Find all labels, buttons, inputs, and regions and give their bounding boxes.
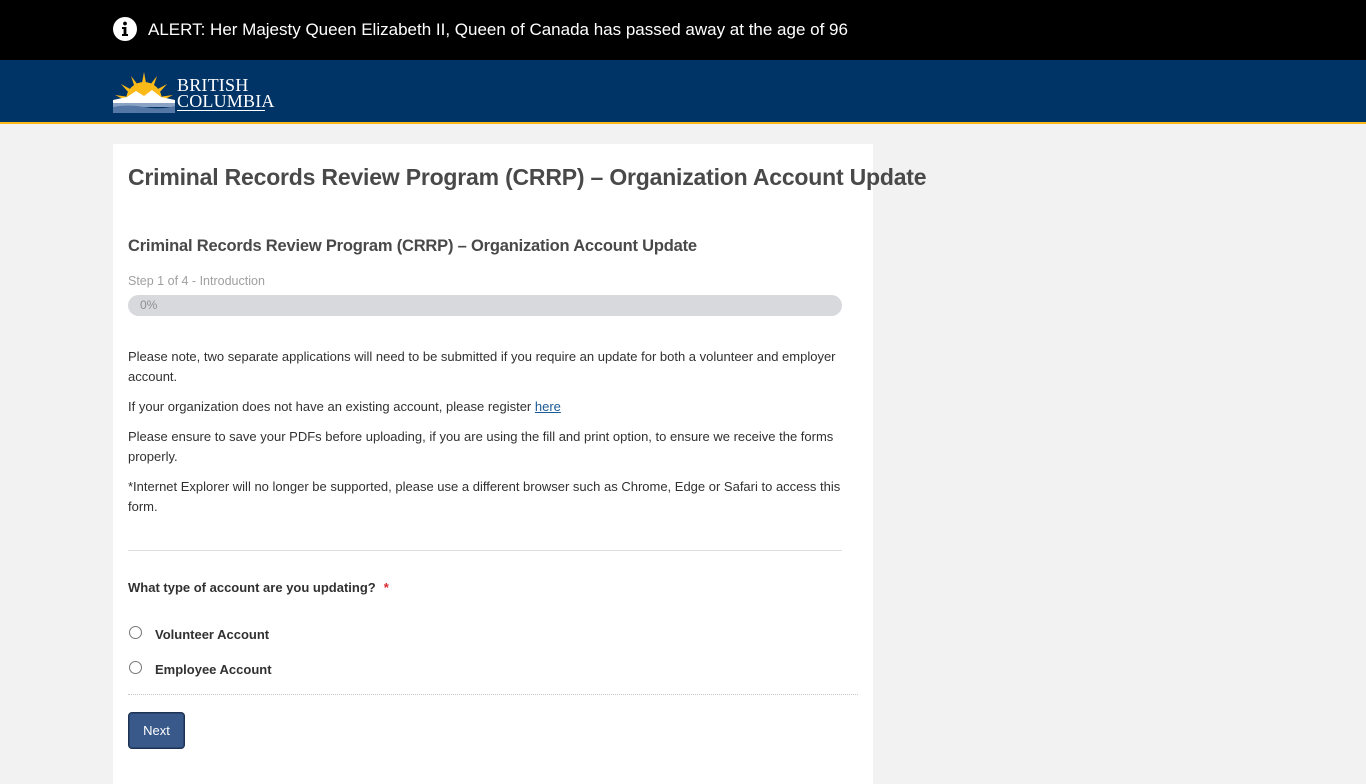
progress-bar: 0%: [128, 295, 842, 316]
account-type-question: What type of account are you updating? *: [128, 579, 389, 597]
form-card: Criminal Records Review Program (CRRP) –…: [113, 144, 927, 784]
info-icon: [113, 17, 137, 41]
progress-text: 0%: [140, 298, 158, 312]
alert-message: ALERT: Her Majesty Queen Elizabeth II, Q…: [148, 20, 848, 39]
alert-banner: ALERT: Her Majesty Queen Elizabeth II, Q…: [0, 0, 1366, 60]
logo-underline: [177, 110, 265, 111]
register-text: If your organization does not have an ex…: [128, 399, 535, 414]
volunteer-account-radio[interactable]: [129, 625, 142, 639]
form-title: Criminal Records Review Program (CRRP) –…: [128, 237, 697, 255]
note-paragraph: Please note, two separate applications w…: [128, 349, 836, 384]
option-employee-account[interactable]: Employee Account: [128, 659, 272, 679]
gov-header: BRITISH COLUMBIA: [0, 60, 1366, 124]
pdf-paragraph: Please ensure to save your PDFs before u…: [128, 429, 834, 464]
employee-account-radio[interactable]: [129, 660, 142, 674]
page-title: Criminal Records Review Program (CRRP) –…: [128, 164, 927, 190]
register-paragraph: If your organization does not have an ex…: [128, 397, 848, 417]
bc-gov-logo[interactable]: BRITISH COLUMBIA: [113, 69, 275, 115]
register-link[interactable]: here: [535, 399, 561, 414]
required-marker: *: [383, 580, 389, 595]
volunteer-account-label[interactable]: Volunteer Account: [155, 626, 269, 644]
browser-paragraph: *Internet Explorer will no longer be sup…: [128, 479, 841, 514]
employee-account-label[interactable]: Employee Account: [155, 661, 272, 679]
next-button[interactable]: Next: [128, 712, 185, 749]
question-label: What type of account are you updating?: [128, 580, 376, 595]
section-divider: [128, 550, 842, 551]
bc-sun-logo-icon: [113, 72, 175, 113]
option-volunteer-account[interactable]: Volunteer Account: [128, 624, 269, 644]
step-label: Step 1 of 4 - Introduction: [128, 274, 265, 288]
actions-divider: [128, 694, 858, 695]
logo-text-columbia: COLUMBIA: [177, 91, 275, 111]
